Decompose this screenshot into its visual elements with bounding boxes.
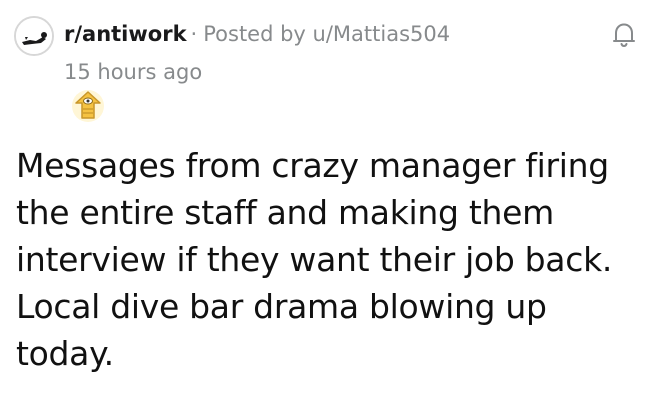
subreddit-avatar-icon[interactable] (14, 16, 54, 56)
post-header: r/antiwork · Posted by u/Mattias504 15 hou… (14, 14, 644, 84)
meta-separator: · (190, 22, 198, 46)
post-meta: r/antiwork · Posted by u/Mattias504 (64, 20, 450, 48)
award-icon[interactable] (70, 88, 106, 124)
bell-icon[interactable] (608, 18, 640, 50)
posted-by-label: Posted by (203, 22, 306, 46)
author-link[interactable]: u/Mattias504 (313, 22, 451, 46)
reddit-post: r/antiwork · Posted by u/Mattias504 15 hou… (0, 0, 658, 414)
post-timestamp: 15 hours ago (64, 60, 203, 84)
subreddit-link[interactable]: r/antiwork (64, 22, 187, 46)
post-title[interactable]: Messages from crazy manager firing the e… (16, 142, 646, 377)
